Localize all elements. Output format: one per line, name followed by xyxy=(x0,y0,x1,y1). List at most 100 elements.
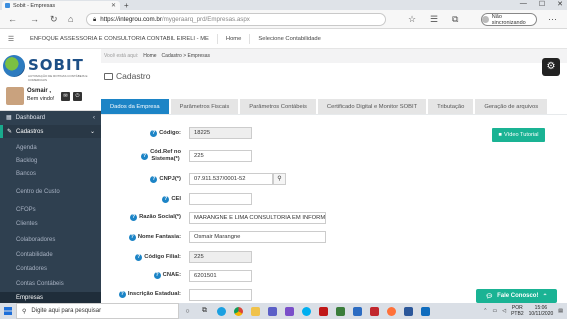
language-indicator[interactable]: POR PTB2 xyxy=(511,305,524,317)
tab-tributacao[interactable]: Tributação xyxy=(428,99,474,114)
favorites-icon[interactable]: ☰ xyxy=(430,14,438,25)
help-icon[interactable]: ? xyxy=(128,233,136,241)
nav-home-link[interactable]: Home xyxy=(218,34,251,44)
forward-arrow-icon[interactable]: → xyxy=(30,14,39,24)
start-button[interactable] xyxy=(0,303,16,319)
taskbar-search[interactable]: ⚲ Digite aqui para pesquisar xyxy=(16,303,179,319)
razao-social-label: ? Razão Social(*) xyxy=(130,213,181,221)
sidebar-item-colaboradores[interactable]: Colaboradores xyxy=(0,233,101,246)
help-icon[interactable]: ? xyxy=(141,152,149,160)
app-icon[interactable] xyxy=(332,303,349,319)
home-icon[interactable]: ⌂ xyxy=(68,14,73,24)
power-icon[interactable]: ⏻ xyxy=(73,92,82,101)
company-name[interactable]: ENFOQUE ASSESSORIA E CONSULTORIA CONTABI… xyxy=(22,34,218,44)
minimize-button[interactable]: — xyxy=(520,0,527,8)
codigo-field: 18225 xyxy=(189,127,252,139)
sidebar-item-clientes[interactable]: Clientes xyxy=(0,217,101,230)
word-icon[interactable] xyxy=(400,303,417,319)
sidebar-item-centro-de-custo[interactable]: Centro de Custo xyxy=(0,185,101,198)
close-tab-icon[interactable]: ✕ xyxy=(111,2,116,9)
chevron-up-icon: ⌃ xyxy=(542,293,548,300)
url-field[interactable]: 🔒︎ https://integrou.com.br/mygeraarq_prd… xyxy=(86,13,386,26)
firefox-icon[interactable] xyxy=(383,303,400,319)
chrome-icon[interactable] xyxy=(230,303,247,319)
outlook-icon[interactable] xyxy=(417,303,434,319)
windows-taskbar: ⚲ Digite aqui para pesquisar ○ ⧉ xyxy=(0,303,567,319)
cnae-field[interactable]: 6201501 xyxy=(189,270,252,282)
sidebar-item-agenda[interactable]: Agenda xyxy=(0,141,101,154)
search-icon[interactable]: ⚲ xyxy=(273,173,286,185)
razao-social-field[interactable]: MARANGNE E LIMA CONSULTORIA EM INFORMATI xyxy=(189,212,326,224)
cei-field[interactable] xyxy=(189,193,252,205)
help-icon[interactable]: ? xyxy=(153,271,161,279)
tab-parametros-contabeis[interactable]: Parâmetros Contábeis xyxy=(240,99,316,114)
more-menu-icon[interactable]: ⋯ xyxy=(548,14,557,25)
edge-icon[interactable] xyxy=(213,303,230,319)
tab-parametros-fiscais[interactable]: Parâmetros Fiscais xyxy=(170,99,239,114)
store-icon[interactable] xyxy=(349,303,366,319)
video-tutorial-button[interactable]: ■ Vídeo Tutorial xyxy=(492,128,545,142)
help-icon[interactable]: ? xyxy=(130,213,138,221)
cnpj-field[interactable]: 07.911.537/0001-52 xyxy=(189,173,273,185)
close-window-button[interactable]: ✕ xyxy=(557,0,563,8)
breadcrumb-home-link[interactable]: Home xyxy=(143,53,156,59)
chevron-down-icon: ⌄ xyxy=(89,129,95,135)
tab-certificado-digital[interactable]: Certificado Digital e Monitor SOBIT xyxy=(317,99,427,114)
sidebar-item-cadastros[interactable]: ✎ Cadastros ⌄ xyxy=(0,125,101,138)
tab-geracao-de-arquivos[interactable]: Geração de arquivos xyxy=(475,99,548,114)
tray-chevron-icon[interactable]: ⌃ xyxy=(483,308,487,314)
fale-conosco-button[interactable]: 💬︎ Fale Conosco! ⌃ xyxy=(476,289,557,303)
inscricao-estadual-label: ? Inscrição Estadual: xyxy=(118,290,181,298)
new-tab-button[interactable]: + xyxy=(124,1,129,10)
mcafee-icon[interactable] xyxy=(315,303,332,319)
browser-tab-strip: Sobit - Empresas ✕ + — ☐ ✕ xyxy=(0,0,567,10)
clock[interactable]: 15:06 10/11/2020 xyxy=(529,305,554,317)
sidebar-item-cfops[interactable]: CFOPs xyxy=(0,203,101,216)
sidebar-item-bancos[interactable]: Bancos xyxy=(0,167,101,180)
nome-fantasia-field[interactable]: Osmair Marangne xyxy=(189,231,326,243)
sidebar-item-backlog[interactable]: Backlog xyxy=(0,154,101,167)
favicon-icon xyxy=(5,3,10,8)
help-icon[interactable]: ? xyxy=(150,175,158,183)
help-icon[interactable]: ? xyxy=(118,290,126,298)
favorite-star-icon[interactable]: ☆ xyxy=(408,14,416,25)
profile-button[interactable]: Não sincronizando xyxy=(481,13,537,26)
codref-label: ? Cód.Ref no Sistema(*) xyxy=(141,149,181,162)
network-icon[interactable]: ▭ xyxy=(493,308,498,314)
hamburger-menu-icon[interactable]: ☰ xyxy=(0,35,22,43)
sidebar-item-contabilidade[interactable]: Contabilidade xyxy=(0,248,101,261)
gear-icon[interactable]: ⚙ xyxy=(542,58,560,76)
codref-field[interactable]: 225 xyxy=(189,150,252,162)
sidebar-item-contas-contabeis[interactable]: Contas Contábeis xyxy=(0,277,101,290)
cortana-icon[interactable]: ○ xyxy=(179,303,196,319)
help-icon[interactable]: ? xyxy=(135,253,143,261)
select-accounting-link[interactable]: Selecione Contabilidade xyxy=(250,34,329,44)
video-camera-icon: ■ xyxy=(498,132,502,138)
inscricao-estadual-field[interactable] xyxy=(189,289,252,301)
skype-icon[interactable] xyxy=(298,303,315,319)
user-profile: Osmair , Bem vindo! ✉ ⏻ xyxy=(0,83,101,111)
sidebar-item-dashboard[interactable]: ▦ Dashboard ‹ xyxy=(0,111,101,124)
profile-avatar-icon xyxy=(482,16,489,23)
volume-icon[interactable]: ◁ xyxy=(502,308,506,314)
help-icon[interactable]: ? xyxy=(162,195,170,203)
company-form: ? Código: 18225 ? Cód.Ref no Sistema(*) 22… xyxy=(101,114,567,303)
collections-icon[interactable]: ⧉ xyxy=(452,14,458,25)
sidebar-item-empresas[interactable]: Empresas xyxy=(0,292,101,303)
maximize-button[interactable]: ☐ xyxy=(539,0,545,8)
teams-icon[interactable] xyxy=(264,303,281,319)
browser-tab[interactable]: Sobit - Empresas ✕ xyxy=(2,1,120,10)
tab-dados-da-empresa[interactable]: Dados da Empresa xyxy=(101,99,169,114)
refresh-icon[interactable]: ↻ xyxy=(50,14,58,25)
notifications-icon[interactable]: ▤ xyxy=(558,308,563,314)
media-player-icon[interactable] xyxy=(281,303,298,319)
back-arrow-icon[interactable]: ← xyxy=(8,14,17,24)
sidebar-item-contadores[interactable]: Contadores xyxy=(0,262,101,275)
breadcrumb-prefix: Você está aqui: xyxy=(104,53,139,59)
filezilla-icon[interactable] xyxy=(366,303,383,319)
task-view-icon[interactable]: ⧉ xyxy=(196,303,213,319)
help-icon[interactable]: ? xyxy=(150,129,158,137)
cei-label: ? CEI xyxy=(162,195,181,203)
file-explorer-icon[interactable] xyxy=(247,303,264,319)
mail-icon[interactable]: ✉ xyxy=(61,92,70,101)
